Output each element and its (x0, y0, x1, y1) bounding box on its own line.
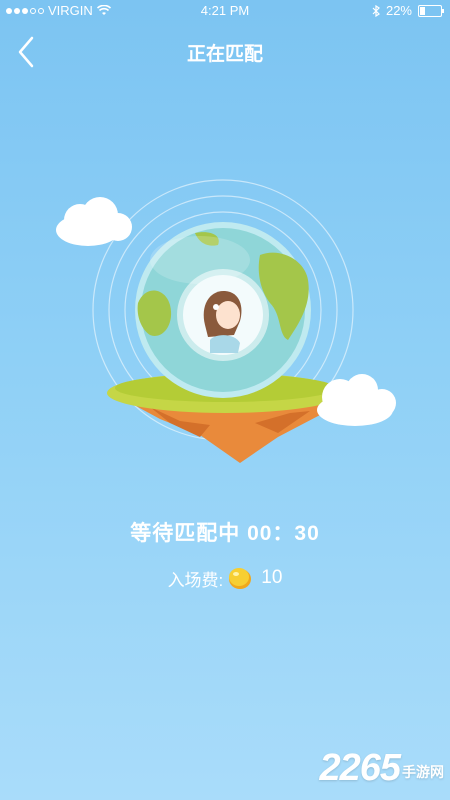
nav-bar: 正在匹配 (0, 22, 450, 80)
cloud-right (317, 374, 396, 426)
battery-percent: 22% (385, 3, 412, 18)
watermark-text: 手游网 (402, 764, 444, 780)
battery-icon (418, 4, 444, 17)
avatar (177, 269, 269, 361)
entry-fee: 入场费: 10 (0, 565, 450, 591)
countdown-timer: 00：30 (247, 522, 320, 545)
match-status: 等待匹配中 00：30 (0, 517, 450, 547)
cloud-left (56, 197, 132, 246)
fee-value: 10 (261, 567, 283, 588)
status-label: 等待匹配中 (130, 522, 241, 545)
status-bar: VIRGIN 4:21 PM 22% (0, 0, 450, 22)
matching-illustration (56, 179, 396, 463)
watermark-logo: 2265 手游网 (319, 747, 444, 790)
battery-fill (420, 6, 425, 15)
watermark-digits: 2265 (319, 747, 401, 789)
bluetooth-icon (372, 4, 380, 17)
fee-label: 入场费: (167, 570, 224, 590)
status-right: 22% (372, 3, 444, 18)
page-title: 正在匹配 (186, 44, 263, 65)
coin-icon (229, 568, 252, 589)
